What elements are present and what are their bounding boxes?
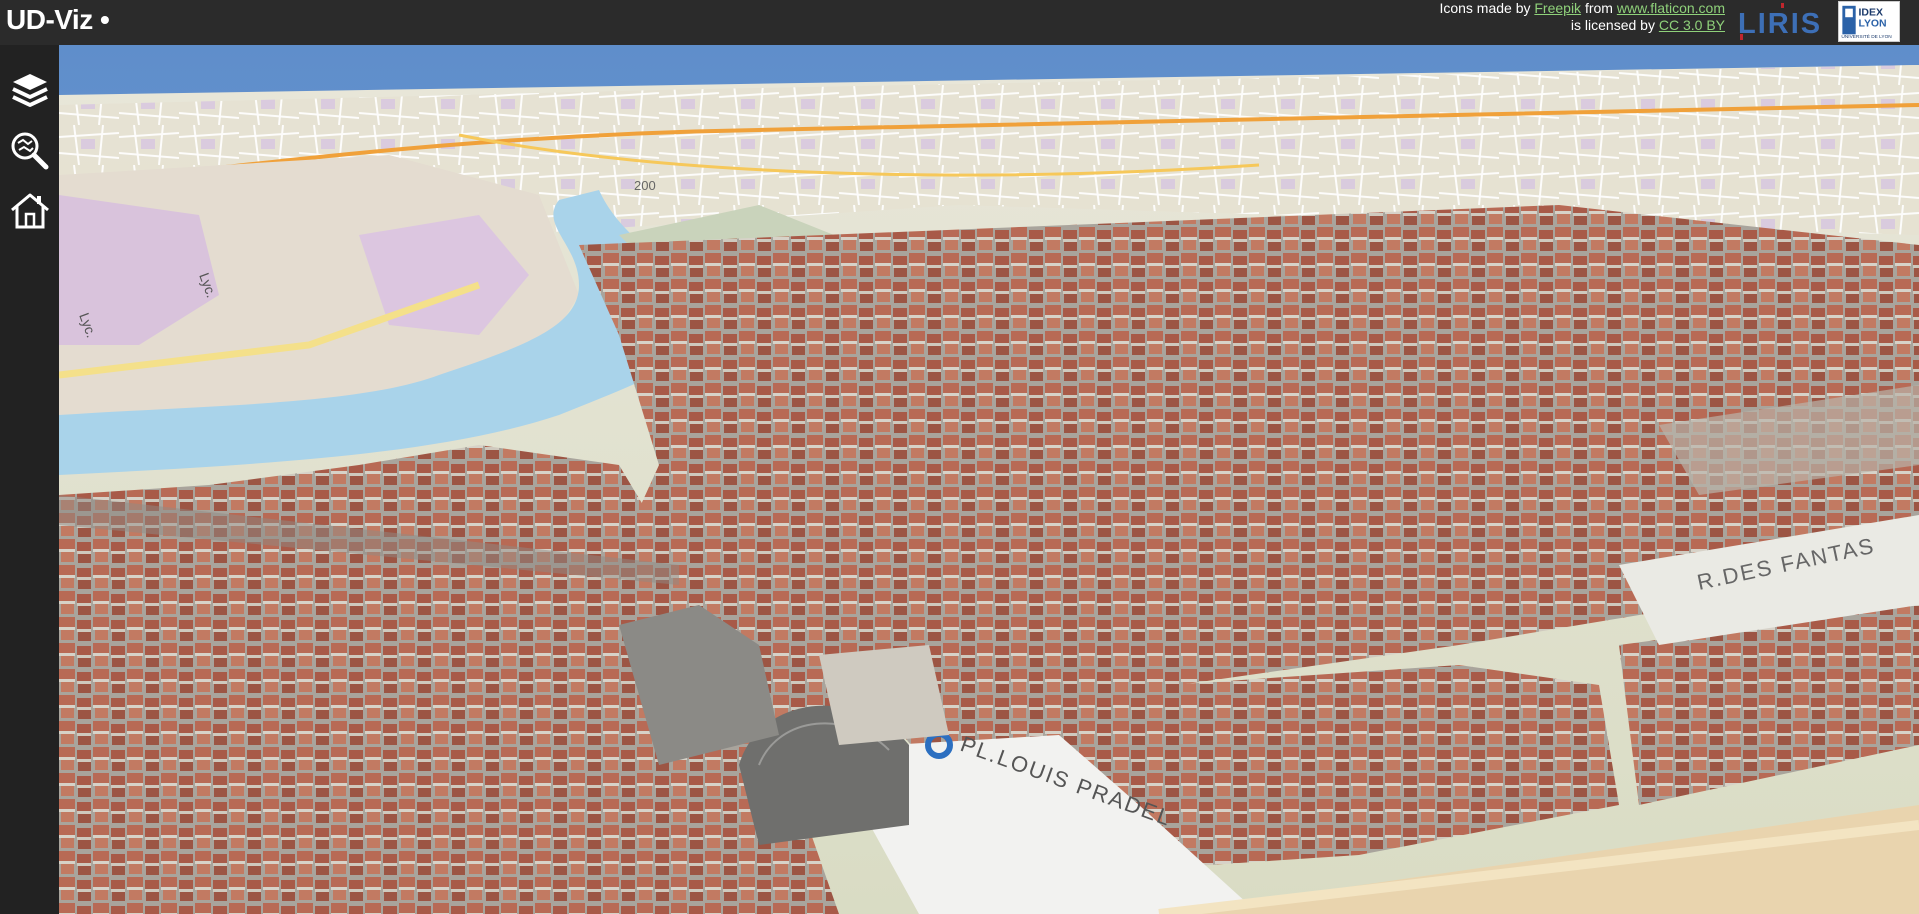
liris-logo[interactable]: LIRIS (1734, 2, 1824, 42)
app-title: UD-Viz • (6, 4, 110, 35)
layers-icon (12, 74, 48, 107)
idex-lyon-logo[interactable]: IDEX LYON UNIVERSITÉ DE LYON (1838, 1, 1900, 42)
lyon-text: LYON (1859, 19, 1887, 30)
home-icon (11, 193, 49, 229)
city-3d-scene: Lyc. Lyc. 200 PL.LOUIS PRADEL R.DES FANT… (59, 45, 1919, 914)
freepik-link[interactable]: Freepik (1534, 0, 1581, 16)
license-link[interactable]: CC 3.0 BY (1659, 17, 1725, 33)
top-bar: UD-Viz • Icons made by Freepik from www.… (0, 0, 1919, 45)
contour-200-label: 200 (634, 178, 656, 193)
home-button[interactable] (9, 190, 51, 232)
license-prefix: is licensed by (1570, 17, 1659, 33)
idex-text: IDEX (1859, 7, 1883, 18)
sidebar (0, 45, 59, 914)
liris-logo-text: LIRIS (1738, 8, 1822, 40)
credits-line-1: Icons made by Freepik from www.flaticon.… (1439, 0, 1725, 17)
credits-line-2: is licensed by CC 3.0 BY (1439, 17, 1725, 34)
search-button[interactable] (9, 130, 51, 172)
layers-button[interactable] (9, 70, 51, 112)
modern-building (819, 645, 949, 745)
credits-prefix: Icons made by (1439, 0, 1535, 16)
3d-map-viewport[interactable]: Lyc. Lyc. 200 PL.LOUIS PRADEL R.DES FANT… (59, 45, 1919, 914)
icon-credits: Icons made by Freepik from www.flaticon.… (1439, 0, 1725, 34)
credits-mid: from (1581, 0, 1617, 16)
flaticon-link[interactable]: www.flaticon.com (1617, 0, 1725, 16)
search-map-icon (11, 132, 49, 170)
